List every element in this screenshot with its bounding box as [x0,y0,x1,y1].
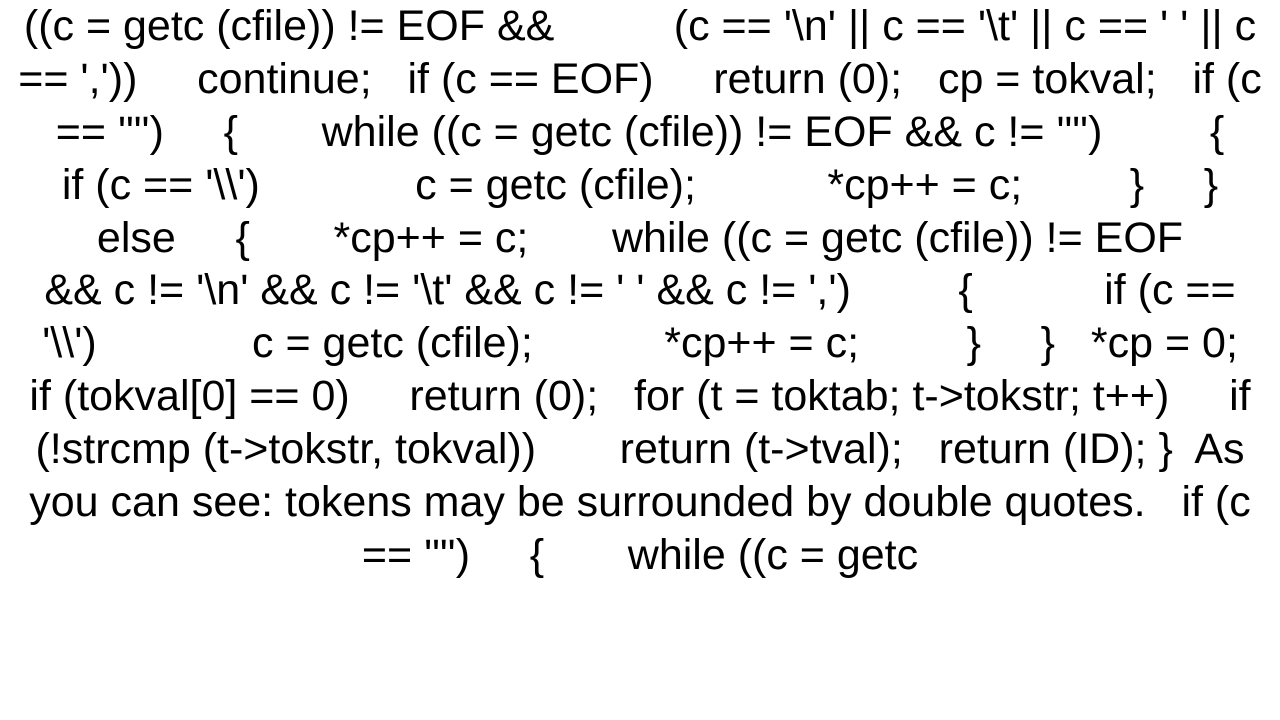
code-paragraph: ((c = getc (cfile)) != EOF && (c == '\n'… [16,0,1264,582]
page-body: ((c = getc (cfile)) != EOF && (c == '\n'… [0,0,1280,720]
